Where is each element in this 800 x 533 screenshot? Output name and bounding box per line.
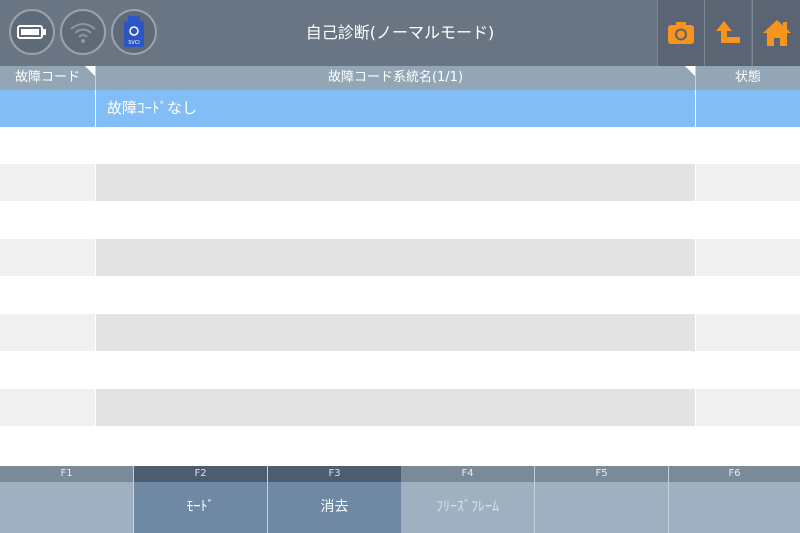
f2-number: F2 bbox=[134, 466, 267, 482]
camera-icon bbox=[668, 22, 694, 44]
sort-corner-icon bbox=[85, 66, 95, 76]
empty-cell bbox=[696, 164, 800, 201]
empty-cell bbox=[0, 389, 96, 426]
table-row[interactable]: 故障ｺｰﾄﾞなし bbox=[0, 90, 800, 127]
column-header-code-label: 故障コード bbox=[14, 70, 80, 85]
f1-number: F1 bbox=[0, 466, 133, 482]
mode-label: ﾓｰﾄﾞ bbox=[134, 482, 267, 533]
f5-label bbox=[535, 482, 668, 533]
f5-number: F5 bbox=[535, 466, 668, 482]
empty-cell bbox=[696, 239, 800, 276]
empty-cell bbox=[96, 164, 696, 201]
column-header-name-label: 故障コード系統名(1/1) bbox=[327, 70, 464, 85]
empty-row bbox=[0, 201, 800, 238]
battery-icon bbox=[9, 9, 55, 55]
empty-cell bbox=[96, 239, 696, 276]
f6-number: F6 bbox=[669, 466, 800, 482]
empty-cell bbox=[96, 314, 696, 351]
column-header-name[interactable]: 故障コード系統名(1/1) bbox=[96, 66, 696, 90]
column-header-status-label: 状態 bbox=[734, 70, 761, 85]
f3-number: F3 bbox=[268, 466, 401, 482]
row-status bbox=[696, 90, 800, 127]
empty-row bbox=[0, 314, 800, 351]
empty-row bbox=[0, 389, 800, 426]
back-up-icon bbox=[716, 21, 740, 43]
empty-cell bbox=[96, 389, 696, 426]
empty-row bbox=[0, 164, 800, 201]
wifi-icon bbox=[60, 9, 106, 55]
f6-label bbox=[669, 482, 800, 533]
empty-row bbox=[0, 127, 800, 164]
freeze-frame-button[interactable]: F4 ﾌﾘｰｽﾞﾌﾚｰﾑ bbox=[401, 466, 535, 533]
page-title: 自己診断(ノーマルモード) bbox=[305, 23, 495, 42]
header-bar: SVCI 自己診断(ノーマルモード) bbox=[0, 0, 800, 66]
f5-key[interactable]: F5 bbox=[535, 466, 669, 533]
clear-label: 消去 bbox=[268, 482, 401, 533]
empty-cell bbox=[0, 239, 96, 276]
f1-label bbox=[0, 482, 133, 533]
f6-key[interactable]: F6 bbox=[669, 466, 800, 533]
column-header-code[interactable]: 故障コード bbox=[0, 66, 96, 90]
sort-corner-icon bbox=[685, 66, 695, 76]
column-header-status[interactable]: 状態 bbox=[696, 66, 800, 90]
home-icon bbox=[763, 20, 791, 46]
screenshot-button[interactable] bbox=[657, 0, 704, 66]
empty-cell bbox=[696, 389, 800, 426]
empty-row bbox=[0, 239, 800, 276]
back-button[interactable] bbox=[704, 0, 751, 66]
freeze-frame-label: ﾌﾘｰｽﾞﾌﾚｰﾑ bbox=[401, 482, 534, 533]
mode-button[interactable]: F2 ﾓｰﾄﾞ bbox=[134, 466, 268, 533]
clear-button[interactable]: F3 消去 bbox=[268, 466, 402, 533]
empty-row bbox=[0, 351, 800, 388]
home-button[interactable] bbox=[752, 0, 800, 66]
vci-label: SVCI bbox=[128, 40, 140, 46]
empty-row bbox=[0, 426, 800, 466]
row-code bbox=[0, 90, 96, 127]
empty-cell bbox=[0, 164, 96, 201]
row-name: 故障ｺｰﾄﾞなし bbox=[96, 90, 696, 127]
empty-cell bbox=[0, 314, 96, 351]
empty-row bbox=[0, 276, 800, 313]
f1-key[interactable]: F1 bbox=[0, 466, 134, 533]
empty-cell bbox=[696, 314, 800, 351]
f4-number: F4 bbox=[401, 466, 534, 482]
vci-device-icon: SVCI bbox=[111, 9, 157, 55]
